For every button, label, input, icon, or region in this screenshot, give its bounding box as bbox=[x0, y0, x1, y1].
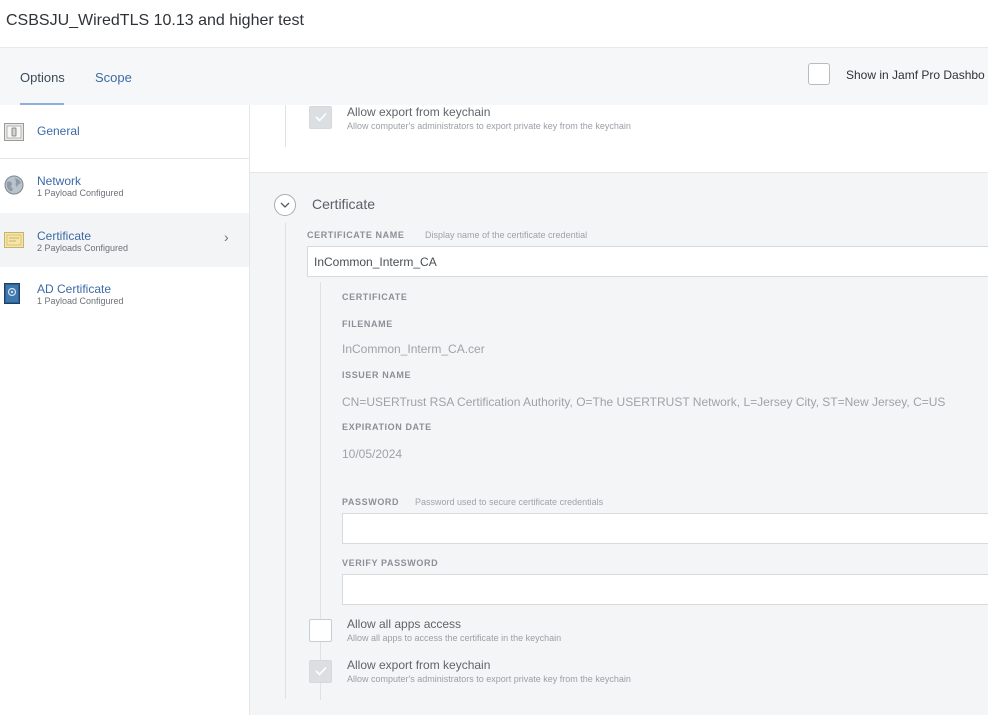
section-divider-line bbox=[285, 223, 286, 699]
sidebar-item-sublabel: 2 Payloads Configured bbox=[37, 243, 129, 253]
tab-scope[interactable]: Scope bbox=[95, 70, 132, 85]
sidebar-item-network[interactable]: Network 1 Payload Configured bbox=[0, 159, 249, 213]
filename-value: InCommon_Interm_CA.cer bbox=[342, 342, 485, 356]
section-title: Certificate bbox=[312, 196, 376, 212]
certificate-name-hint: Display name of the certificate credenti… bbox=[425, 230, 588, 240]
tab-bar: Options Scope Show in Jamf Pro Dashbo bbox=[0, 47, 988, 106]
globe-icon bbox=[4, 175, 24, 195]
allow-all-apps-desc: Allow all apps to access the certificate… bbox=[347, 633, 562, 643]
title-bar: CSBSJU_WiredTLS 10.13 and higher test bbox=[0, 0, 988, 47]
show-in-dashboard-label: Show in Jamf Pro Dashbo bbox=[846, 68, 985, 82]
allow-export-checkbox-top[interactable] bbox=[309, 106, 332, 129]
sidebar-item-certificate[interactable]: Certificate 2 Payloads Configured › bbox=[0, 213, 249, 267]
ad-certificate-icon bbox=[4, 283, 22, 304]
allow-all-apps-title: Allow all apps access bbox=[347, 617, 462, 631]
sidebar-item-label: Network bbox=[37, 174, 82, 188]
sidebar-item-ad-certificate[interactable]: AD Certificate 1 Payload Configured bbox=[0, 267, 249, 321]
filename-label: FILENAME bbox=[342, 319, 393, 329]
expiration-date-label: EXPIRATION DATE bbox=[342, 422, 432, 432]
section-divider-line bbox=[285, 105, 286, 147]
issuer-name-label: ISSUER NAME bbox=[342, 370, 412, 380]
sidebar-item-label: Certificate bbox=[37, 229, 92, 243]
allow-export-desc: Allow computer's administrators to expor… bbox=[347, 674, 631, 684]
allow-export-title-top: Allow export from keychain bbox=[347, 105, 491, 119]
certificate-icon bbox=[4, 230, 24, 250]
previous-payload-section: Allow export from keychain Allow compute… bbox=[250, 105, 988, 173]
verify-password-input[interactable] bbox=[342, 574, 988, 605]
expiration-date-value: 10/05/2024 bbox=[342, 447, 403, 461]
sidebar-item-sublabel: 1 Payload Configured bbox=[37, 188, 124, 198]
allow-export-title: Allow export from keychain bbox=[347, 658, 491, 672]
chevron-right-icon: › bbox=[224, 229, 229, 245]
allow-export-checkbox[interactable] bbox=[309, 660, 332, 683]
sidebar-item-sublabel: 1 Payload Configured bbox=[37, 296, 124, 306]
verify-password-label: VERIFY PASSWORD bbox=[342, 558, 439, 568]
payload-content: Allow export from keychain Allow compute… bbox=[250, 105, 988, 715]
payload-sidebar: General Network 1 Payload Configured Cer… bbox=[0, 105, 250, 715]
allow-all-apps-checkbox[interactable] bbox=[309, 619, 332, 642]
switch-icon bbox=[4, 123, 24, 143]
certificate-name-label: CERTIFICATE NAME bbox=[307, 230, 405, 240]
issuer-name-value: CN=USERTrust RSA Certification Authority… bbox=[342, 395, 946, 409]
certificate-name-input[interactable] bbox=[307, 246, 988, 277]
certificate-label: CERTIFICATE bbox=[342, 292, 408, 302]
sidebar-item-general[interactable]: General bbox=[0, 105, 249, 159]
page-title: CSBSJU_WiredTLS 10.13 and higher test bbox=[6, 12, 304, 29]
tab-options[interactable]: Options bbox=[20, 70, 65, 85]
password-hint: Password used to secure certificate cred… bbox=[415, 497, 604, 507]
password-label: PASSWORD bbox=[342, 497, 400, 507]
allow-export-desc-top: Allow computer's administrators to expor… bbox=[347, 121, 631, 131]
sidebar-item-label: General bbox=[37, 124, 80, 138]
password-input[interactable] bbox=[342, 513, 988, 544]
show-in-dashboard-checkbox[interactable] bbox=[808, 63, 830, 85]
collapse-section-button[interactable] bbox=[274, 194, 296, 216]
sidebar-item-label: AD Certificate bbox=[37, 282, 112, 296]
